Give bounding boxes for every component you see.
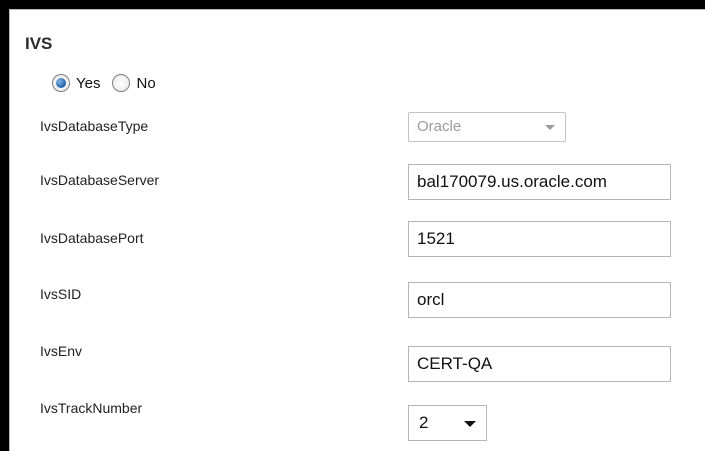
track-number-label: IvsTrackNumber [40, 400, 143, 416]
database-type-label: IvsDatabaseType [40, 118, 149, 134]
track-number-select[interactable]: 2 [408, 405, 487, 441]
yes-radio[interactable] [52, 74, 70, 92]
database-server-label: IvsDatabaseServer [40, 172, 160, 188]
database-port-input[interactable] [408, 221, 671, 257]
chevron-down-icon[interactable] [464, 421, 476, 427]
chevron-down-icon [545, 125, 555, 130]
sid-label: IvsSID [40, 286, 82, 302]
database-type-value: Oracle [417, 118, 462, 135]
database-server-input[interactable] [408, 164, 671, 200]
track-number-value: 2 [419, 413, 429, 432]
no-radio-label[interactable]: No [136, 75, 155, 92]
ivs-enabled-radio-group: Yes No [52, 74, 162, 92]
section-title: IVS [25, 34, 53, 53]
database-port-label: IvsDatabasePort [40, 230, 144, 246]
yes-radio-label[interactable]: Yes [76, 75, 100, 92]
ivs-settings-panel: IVS Yes No IvsDatabaseType Oracle IvsDat… [9, 9, 705, 451]
env-input[interactable] [408, 346, 671, 382]
env-label: IvsEnv [40, 343, 83, 359]
no-radio[interactable] [112, 74, 131, 92]
database-type-select: Oracle [408, 112, 566, 142]
sid-input[interactable] [408, 282, 671, 318]
